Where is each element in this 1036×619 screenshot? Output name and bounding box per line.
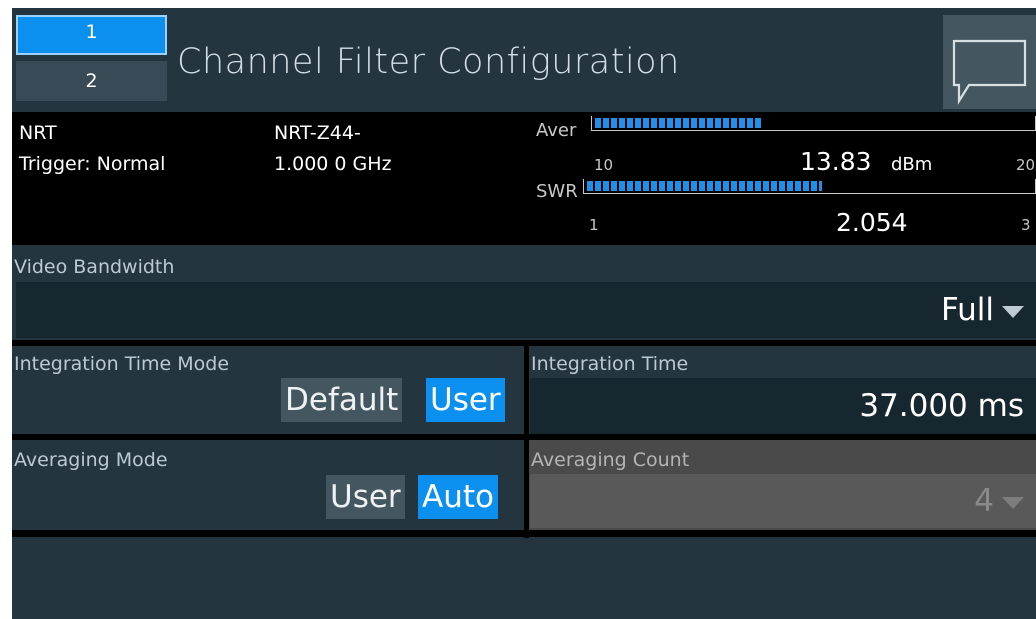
video-bandwidth-label: Video Bandwidth xyxy=(14,256,175,278)
aver-unit: dBm xyxy=(891,154,933,175)
video-bandwidth-value: Full xyxy=(941,292,1024,328)
page-title: Channel Filter Configuration xyxy=(177,42,680,82)
aver-meter-track xyxy=(591,116,1036,131)
swr-value: 2.054 xyxy=(836,208,908,237)
aver-meter-bar xyxy=(595,118,762,128)
swr-meter-track xyxy=(583,179,1036,194)
integration-time-value: 37.000 ms xyxy=(859,388,1024,424)
averaging-count-select: 4 xyxy=(530,474,1036,528)
swr-meter-bar xyxy=(587,181,822,191)
frequency: 1.000 0 GHz xyxy=(274,153,392,175)
averaging-count-value: 4 xyxy=(974,483,1024,519)
integration-mode-user-button[interactable]: User xyxy=(426,378,505,422)
integration-time-mode-label: Integration Time Mode xyxy=(14,353,230,375)
swr-scale-min: 1 xyxy=(589,216,599,234)
channel-filter-panel: 1 2 Channel Filter Configuration NRT Tri… xyxy=(12,8,1036,619)
integration-mode-default-button[interactable]: Default xyxy=(281,378,403,422)
integration-time-input[interactable]: 37.000 ms xyxy=(530,378,1036,434)
averaging-mode-user-button[interactable]: User xyxy=(326,475,405,519)
averaging-count-label: Averaging Count xyxy=(531,449,690,471)
aver-value: 13.83 xyxy=(800,147,872,176)
aver-meter-label: Aver xyxy=(536,120,577,141)
averaging-mode-label: Averaging Mode xyxy=(14,449,168,471)
sensor-name: NRT xyxy=(19,122,57,144)
sensor-model: NRT-Z44- xyxy=(274,122,361,144)
tab-2[interactable]: 2 xyxy=(16,61,167,101)
aver-scale-max: 20 xyxy=(1016,156,1036,174)
divider xyxy=(12,530,1036,537)
divider xyxy=(12,241,1036,245)
video-bandwidth-select[interactable]: Full xyxy=(16,282,1036,338)
dropdown-triangle-icon xyxy=(1002,305,1024,318)
dropdown-triangle-icon xyxy=(1002,496,1024,509)
measurement-status: NRT Trigger: Normal NRT-Z44- 1.000 0 GHz… xyxy=(12,112,1036,241)
averaging-mode-auto-button[interactable]: Auto xyxy=(418,475,498,519)
averaging-count-section: Averaging Count 4 xyxy=(529,440,1036,530)
message-bubble-icon xyxy=(952,39,1027,105)
aver-scale-min: 10 xyxy=(594,156,614,174)
integration-time-label: Integration Time xyxy=(531,353,689,375)
tab-1[interactable]: 1 xyxy=(16,15,167,55)
swr-meter-label: SWR xyxy=(536,181,578,202)
swr-scale-max: 3 xyxy=(1021,216,1031,234)
message-button[interactable] xyxy=(943,15,1036,109)
trigger-status: Trigger: Normal xyxy=(19,153,166,175)
